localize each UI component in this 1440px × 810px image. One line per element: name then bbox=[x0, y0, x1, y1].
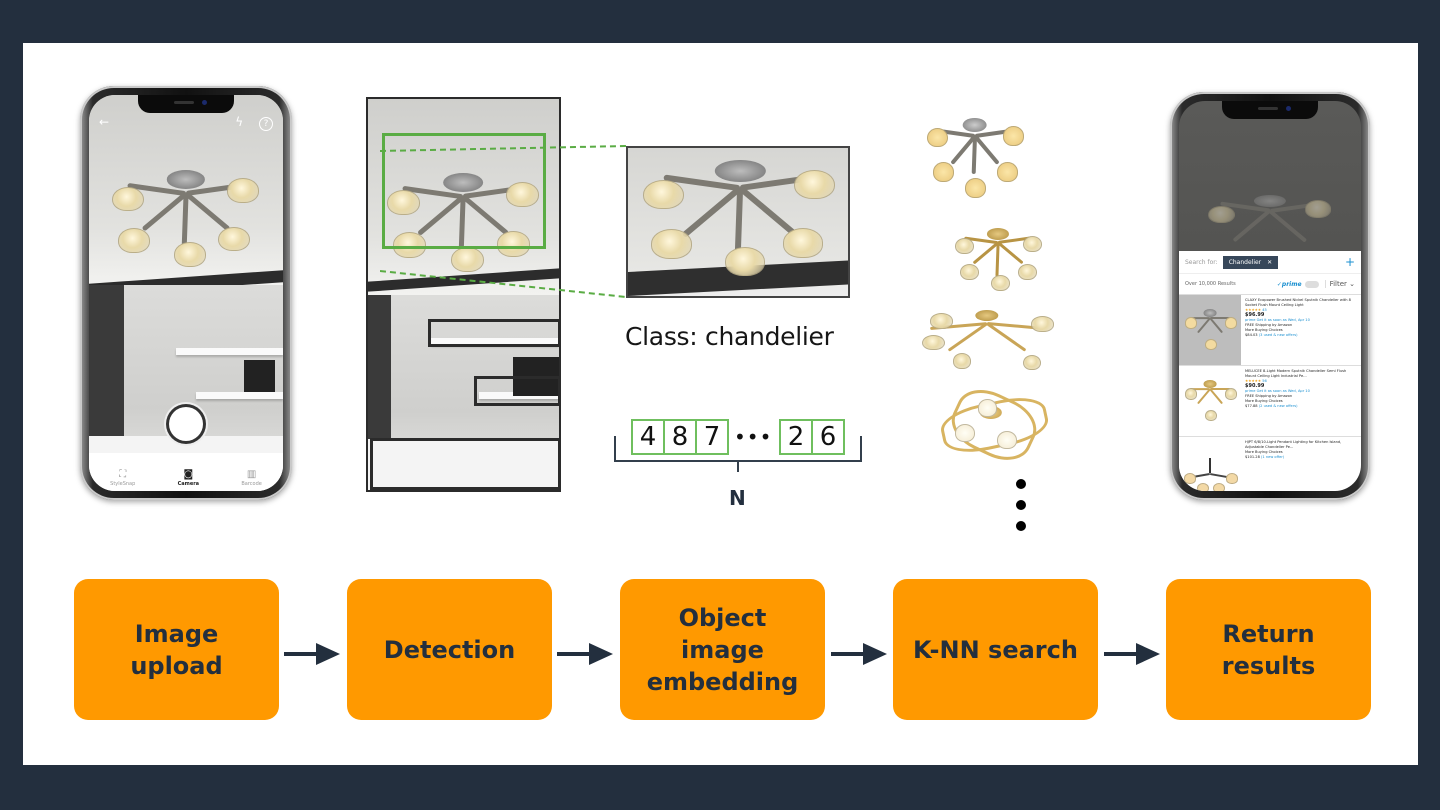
result-item[interactable]: CLAXY Ecopower Brushed Nickel Sputnik Ch… bbox=[1179, 295, 1361, 366]
help-icon[interactable]: ? bbox=[259, 117, 273, 131]
class-label: Class: chandelier bbox=[625, 322, 834, 351]
back-arrow-icon[interactable]: ← bbox=[99, 115, 109, 131]
step-image-upload: Image upload bbox=[74, 579, 279, 720]
result-thumbnail bbox=[1179, 437, 1241, 491]
right-arrow-icon bbox=[1104, 643, 1160, 665]
result-thumbnail bbox=[1179, 295, 1241, 365]
shutter-button[interactable] bbox=[169, 407, 203, 441]
prime-filter: ✓prime bbox=[1276, 280, 1302, 288]
result-count: Over 10,000 Results bbox=[1185, 281, 1236, 287]
clear-query-icon[interactable]: ✕ bbox=[1267, 259, 1272, 266]
result-item[interactable]: MELUCEE 8-Light Modern Sputnik Chandelie… bbox=[1179, 366, 1361, 437]
camera-screen: ← ϟ ? ⛶ StyleSnap ◙ Camera ▥ Barcode bbox=[89, 95, 283, 491]
result-title[interactable]: CLAXY Ecopower Brushed Nickel Sputnik Ch… bbox=[1245, 298, 1357, 308]
right-arrow-icon bbox=[557, 643, 613, 665]
search-for-label: Search for: bbox=[1185, 258, 1218, 266]
results-phone: Search for: Chandelier ✕ + Over 10,000 R… bbox=[1170, 92, 1370, 500]
right-arrow-icon bbox=[831, 643, 887, 665]
bounding-box-shelf-1 bbox=[428, 319, 559, 347]
bounding-box-desk bbox=[370, 438, 559, 490]
filter-bar: Over 10,000 Results ✓prime Filter ⌄ bbox=[1179, 274, 1361, 295]
camera-phone: ← ϟ ? ⛶ StyleSnap ◙ Camera ▥ Barcode bbox=[80, 86, 292, 500]
more-results-dot bbox=[1016, 500, 1026, 510]
knn-candidate-4 bbox=[935, 380, 1051, 471]
results-screen: Search for: Chandelier ✕ + Over 10,000 R… bbox=[1179, 101, 1361, 491]
bounding-box-shelf-2 bbox=[474, 376, 559, 406]
stylesnap-icon: ⛶ bbox=[119, 469, 127, 480]
result-item[interactable]: HJPT 6/8/10-Light Pendant Lighting for K… bbox=[1179, 437, 1361, 491]
add-icon[interactable]: + bbox=[1345, 255, 1355, 269]
search-bar: Search for: Chandelier ✕ + bbox=[1179, 251, 1361, 274]
knn-candidate-1 bbox=[927, 118, 1024, 198]
tab-barcode[interactable]: ▥ Barcode bbox=[241, 469, 262, 487]
tab-stylesnap[interactable]: ⛶ StyleSnap bbox=[110, 469, 135, 487]
result-thumbnail bbox=[1179, 366, 1241, 436]
barcode-icon: ▥ bbox=[246, 469, 257, 480]
step-detection: Detection bbox=[347, 579, 552, 720]
chandelier-photo bbox=[643, 159, 837, 284]
vector-dimension-label: N bbox=[729, 486, 746, 510]
offers-link[interactable]: (2 used & new offers) bbox=[1259, 404, 1298, 408]
query-chip[interactable]: Chandelier ✕ bbox=[1222, 255, 1279, 269]
tab-label: Barcode bbox=[241, 481, 262, 487]
tab-camera[interactable]: ◙ Camera bbox=[178, 469, 199, 487]
phone-notch bbox=[1222, 101, 1318, 119]
search-results-sheet: Search for: Chandelier ✕ + Over 10,000 R… bbox=[1179, 251, 1361, 491]
cropped-object-image bbox=[626, 146, 850, 298]
knn-candidate-3 bbox=[922, 310, 1054, 372]
phone-notch bbox=[138, 95, 234, 113]
more-results-dot bbox=[1016, 479, 1026, 489]
tab-label: Camera bbox=[177, 481, 200, 487]
chandelier-photo bbox=[112, 170, 259, 273]
alt-price: $84.03 bbox=[1245, 333, 1258, 337]
flash-icon[interactable]: ϟ bbox=[235, 115, 243, 129]
bracket-tick bbox=[737, 462, 739, 472]
query-text: Chandelier bbox=[1228, 258, 1262, 266]
alt-price: $77.88 bbox=[1245, 404, 1258, 408]
alt-price: $101.28 bbox=[1245, 455, 1260, 459]
filter-button[interactable]: Filter ⌄ bbox=[1324, 280, 1355, 288]
right-arrow-icon bbox=[284, 643, 340, 665]
result-title[interactable]: HJPT 6/8/10-Light Pendant Lighting for K… bbox=[1245, 440, 1357, 450]
offers-link[interactable]: (3 used & new offers) bbox=[1259, 333, 1298, 337]
camera-top-bar: ← ϟ ? bbox=[99, 115, 273, 131]
tab-label: StyleSnap bbox=[110, 481, 136, 487]
more-results-dot bbox=[1016, 521, 1026, 531]
camera-mode-tabs: ⛶ StyleSnap ◙ Camera ▥ Barcode bbox=[89, 453, 283, 491]
step-knn-search: K-NN search bbox=[893, 579, 1098, 720]
step-object-image-embedding: Object image embedding bbox=[620, 579, 825, 720]
vector-length-bracket bbox=[614, 436, 862, 462]
camera-icon: ◙ bbox=[183, 469, 194, 480]
offers-link[interactable]: (1 new offer) bbox=[1261, 455, 1284, 459]
prime-toggle[interactable] bbox=[1304, 280, 1319, 288]
step-return-results: Return results bbox=[1166, 579, 1371, 720]
result-title[interactable]: MELUCEE 8-Light Modern Sputnik Chandelie… bbox=[1245, 369, 1357, 379]
knn-candidate-2 bbox=[955, 228, 1042, 293]
zoom-connector-lines bbox=[380, 145, 627, 298]
